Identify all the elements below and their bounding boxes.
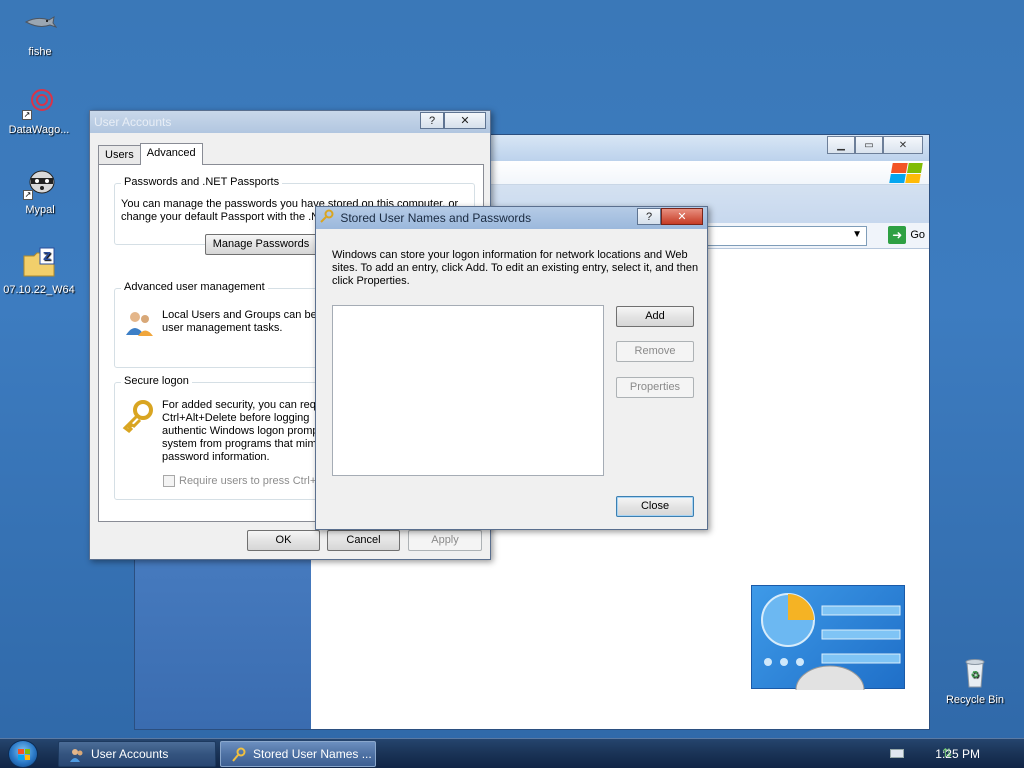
dialog-title: User Accounts <box>94 115 172 129</box>
key-icon <box>320 208 334 230</box>
taskbar-item-stored-user-names[interactable]: Stored User Names ... <box>220 741 376 767</box>
group-title: Advanced user management <box>121 281 268 293</box>
desktop-icon-zip[interactable]: Z 07.10.22_W64 <box>1 246 77 296</box>
desktop-icon-datawagon[interactable]: ↗ DataWago... <box>1 86 77 136</box>
recycle-bin-icon: ♻ <box>958 656 992 690</box>
close-button[interactable]: ✕ <box>883 136 923 154</box>
advanced-description: Local Users and Groups can be u user man… <box>162 309 326 334</box>
user-accounts-icon <box>69 747 85 763</box>
desktop-icon-label: fishe <box>28 46 52 58</box>
tab-advanced[interactable]: Advanced <box>139 143 203 165</box>
dialog-titlebar[interactable]: User Accounts ? ✕ <box>90 111 490 133</box>
tab-strip: Users Advanced <box>98 143 203 165</box>
raccoon-icon: ↗ <box>23 166 57 200</box>
clock[interactable]: 1:25 PM <box>935 747 980 761</box>
keyboard-icon[interactable] <box>890 749 904 758</box>
users-group-icon <box>123 307 155 342</box>
minimize-button[interactable]: ▁ <box>827 136 855 154</box>
help-button[interactable]: ? <box>637 208 661 225</box>
window-controls: ▁ ▭ ✕ <box>827 136 923 154</box>
checkbox-label: Require users to press Ctrl+ <box>179 475 317 487</box>
dialog-title: Stored User Names and Passwords <box>340 211 532 225</box>
close-button[interactable]: ✕ <box>444 112 486 129</box>
manage-passwords-button[interactable]: Manage Passwords <box>205 234 317 255</box>
key-icon <box>121 399 155 436</box>
taskbar-item-label: User Accounts <box>91 747 169 761</box>
windows-logo-icon <box>889 163 923 183</box>
properties-button[interactable]: Properties <box>616 377 694 398</box>
credentials-list[interactable] <box>332 305 604 476</box>
intro-text: Windows can store your logon information… <box>332 249 699 287</box>
desktop-icon-label: DataWago... <box>8 124 70 136</box>
cancel-button[interactable]: Cancel <box>327 530 400 551</box>
svg-text:Z: Z <box>43 250 51 263</box>
zip-folder-icon: Z <box>22 246 56 280</box>
windows-logo-icon <box>18 749 30 760</box>
go-button[interactable]: ➜ Go <box>888 226 925 244</box>
control-panel-illustration-icon <box>751 585 905 715</box>
remove-button[interactable]: Remove <box>616 341 694 362</box>
desktop-icon-recycle-bin[interactable]: ♻ Recycle Bin <box>937 656 1013 706</box>
taskbar: User Accounts Stored User Names ... ⇅ 1:… <box>0 738 1024 768</box>
group-title: Passwords and .NET Passports <box>121 176 283 188</box>
shortcut-arrow-icon: ↗ <box>22 110 32 120</box>
system-tray: ⇅ 1:25 PM <box>884 739 1024 768</box>
group-title: Secure logon <box>121 375 192 387</box>
add-button[interactable]: Add <box>616 306 694 327</box>
desktop-icon-fishe[interactable]: fishe <box>2 8 78 58</box>
close-button[interactable]: ✕ <box>661 208 703 225</box>
ok-button[interactable]: OK <box>247 530 320 551</box>
maximize-button[interactable]: ▭ <box>855 136 883 154</box>
close-dialog-button[interactable]: Close <box>616 496 694 517</box>
title-buttons: ? ✕ <box>420 112 486 129</box>
start-button[interactable] <box>8 740 38 768</box>
desktop-icon-mypal[interactable]: ↗ Mypal <box>2 166 78 216</box>
shortcut-arrow-icon: ↗ <box>23 190 33 200</box>
taskbar-item-user-accounts[interactable]: User Accounts <box>58 741 216 767</box>
go-label: Go <box>910 229 925 241</box>
desktop-icon-label: 07.10.22_W64 <box>3 284 75 296</box>
require-ctrl-alt-del-checkbox[interactable] <box>163 475 175 487</box>
apply-button[interactable]: Apply <box>408 530 482 551</box>
desktop-icon-label: Mypal <box>25 204 55 216</box>
go-arrow-icon: ➜ <box>888 226 907 244</box>
help-button[interactable]: ? <box>420 112 444 129</box>
secure-logon-description: For added security, you can req Ctrl+Alt… <box>162 399 319 463</box>
tab-users[interactable]: Users <box>98 145 141 165</box>
taskbar-item-label: Stored User Names ... <box>253 747 372 761</box>
svg-text:♻: ♻ <box>971 670 980 681</box>
stored-credentials-dialog[interactable]: Stored User Names and Passwords ? ✕ Wind… <box>315 206 708 530</box>
fish-icon <box>23 8 58 42</box>
title-buttons: ? ✕ <box>637 208 703 225</box>
datawagon-icon: ↗ <box>22 86 56 120</box>
dialog-titlebar[interactable]: Stored User Names and Passwords ? ✕ <box>316 207 707 229</box>
desktop-icon-label: Recycle Bin <box>945 694 1005 706</box>
chevron-down-icon[interactable]: ▼ <box>852 229 862 240</box>
key-icon <box>231 747 247 763</box>
